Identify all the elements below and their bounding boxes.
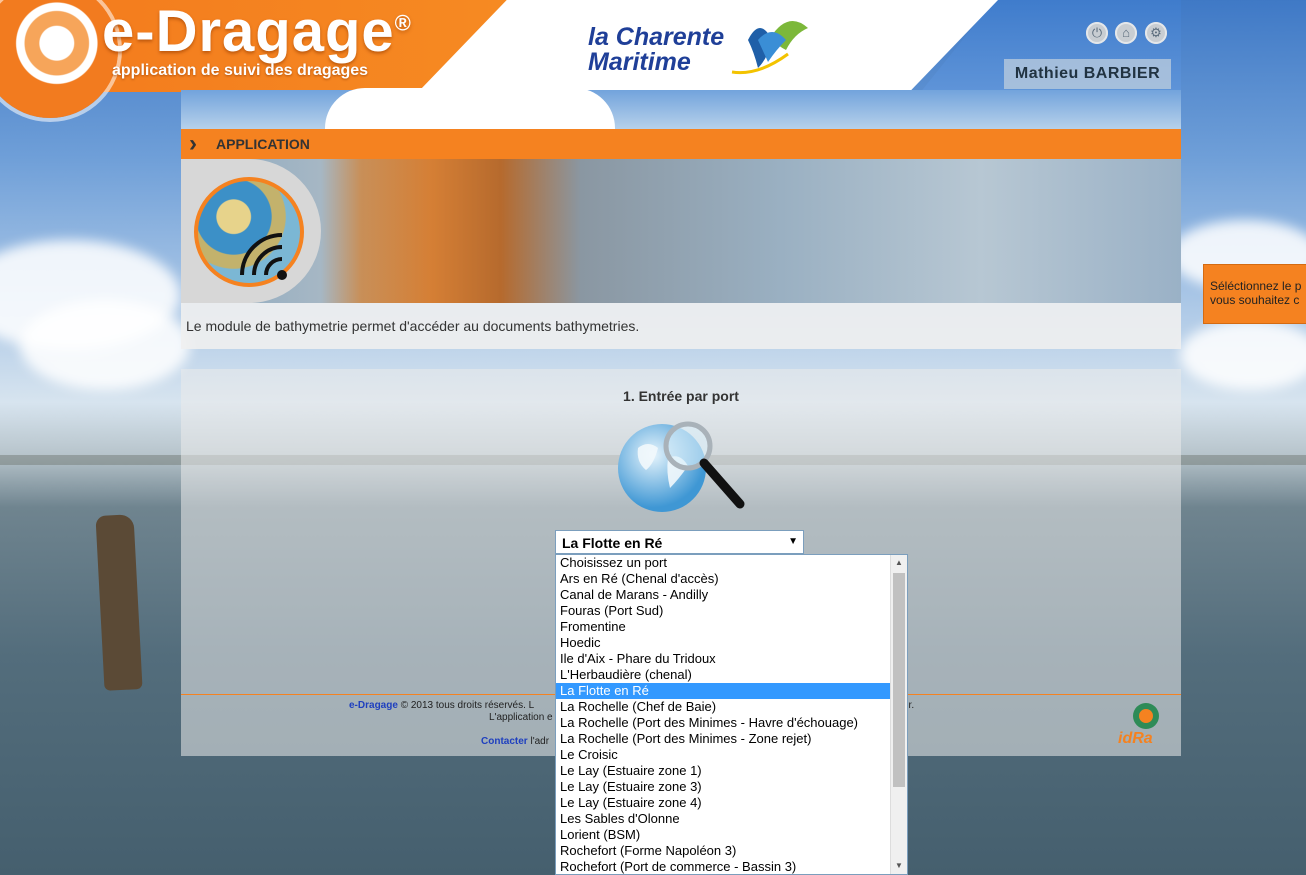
- port-option[interactable]: Canal de Marans - Andilly: [556, 587, 907, 603]
- chevron-right-icon: ›: [189, 130, 197, 157]
- port-option[interactable]: Le Lay (Estuaire zone 4): [556, 795, 907, 811]
- port-option[interactable]: La Flotte en Ré: [556, 683, 907, 699]
- bird-logo-icon: [731, 20, 808, 75]
- port-option[interactable]: Lorient (BSM): [556, 827, 907, 843]
- port-option[interactable]: Les Sables d'Olonne: [556, 811, 907, 827]
- port-option[interactable]: Ile d'Aix - Phare du Tridoux: [556, 651, 907, 667]
- help-tooltip: Séléctionnez le p vous souhaitez c: [1203, 264, 1306, 324]
- wooden-post: [95, 514, 143, 691]
- contact-link[interactable]: Contacter: [481, 736, 528, 747]
- banner-cloud: [325, 88, 615, 130]
- home-icon[interactable]: ⌂: [1115, 22, 1137, 44]
- app-title: e-Dragage®: [102, 0, 412, 64]
- scroll-down-icon[interactable]: ▼: [891, 858, 907, 874]
- section-header: [181, 129, 1181, 159]
- e-dragage-logo-icon: [0, 0, 118, 118]
- port-option[interactable]: Fromentine: [556, 619, 907, 635]
- port-entry-title: 1. Entrée par port: [623, 388, 739, 404]
- port-option[interactable]: Rochefort (Forme Napoléon 3): [556, 843, 907, 859]
- footer-copyright: e-Dragage © 2013 tous droits réservés. L: [349, 700, 535, 711]
- signal-icon: [240, 233, 287, 280]
- module-banner: [181, 159, 1181, 303]
- port-option[interactable]: Le Lay (Estuaire zone 1): [556, 763, 907, 779]
- user-name-badge[interactable]: Mathieu BARBIER: [1004, 59, 1171, 89]
- scrollbar-thumb[interactable]: [893, 573, 905, 787]
- port-option[interactable]: La Rochelle (Port des Minimes - Zone rej…: [556, 731, 907, 747]
- charente-maritime-logo: la Charente Maritime: [588, 23, 725, 76]
- port-dropdown-list[interactable]: Choisissez un port Ars en Ré (Chenal d'ac…: [555, 554, 908, 875]
- port-option[interactable]: La Rochelle (Chef de Baie): [556, 699, 907, 715]
- module-description: Le module de bathymetrie permet d'accéde…: [186, 318, 640, 334]
- globe-search-icon: [618, 421, 745, 512]
- settings-icon[interactable]: ⚙: [1145, 22, 1167, 44]
- footer-app-note: L'application e: [489, 712, 553, 723]
- port-option[interactable]: La Rochelle (Port des Minimes - Havre d'…: [556, 715, 907, 731]
- port-select-value: La Flotte en Ré: [562, 535, 663, 551]
- port-option[interactable]: Choisissez un port: [556, 555, 907, 571]
- port-option[interactable]: Le Lay (Estuaire zone 3): [556, 779, 907, 795]
- footer-brand-link[interactable]: e-Dragage: [349, 700, 398, 711]
- port-option[interactable]: Ars en Ré (Chenal d'accès): [556, 571, 907, 587]
- background-cloud: [20, 300, 190, 390]
- app-tagline: application de suivi des dragages: [112, 62, 369, 79]
- footer-contact: Contacter l'adr: [481, 736, 550, 747]
- dropdown-scrollbar[interactable]: ▲ ▼: [890, 555, 907, 874]
- section-title: APPLICATION: [216, 136, 310, 152]
- dropdown-arrow-icon[interactable]: ▼: [788, 536, 798, 547]
- port-option[interactable]: Hoedic: [556, 635, 907, 651]
- port-option[interactable]: L'Herbaudière (chenal): [556, 667, 907, 683]
- port-select[interactable]: La Flotte en Ré ▼: [555, 530, 804, 554]
- logout-icon[interactable]: ⏻: [1086, 22, 1108, 44]
- idra-logo-text: idRa: [1118, 730, 1153, 747]
- scroll-up-icon[interactable]: ▲: [891, 555, 907, 571]
- background-cloud: [1180, 320, 1306, 390]
- port-option[interactable]: Le Croisic: [556, 747, 907, 763]
- port-option[interactable]: Rochefort (Port de commerce - Bassin 3): [556, 859, 907, 874]
- port-option[interactable]: Fouras (Port Sud): [556, 603, 907, 619]
